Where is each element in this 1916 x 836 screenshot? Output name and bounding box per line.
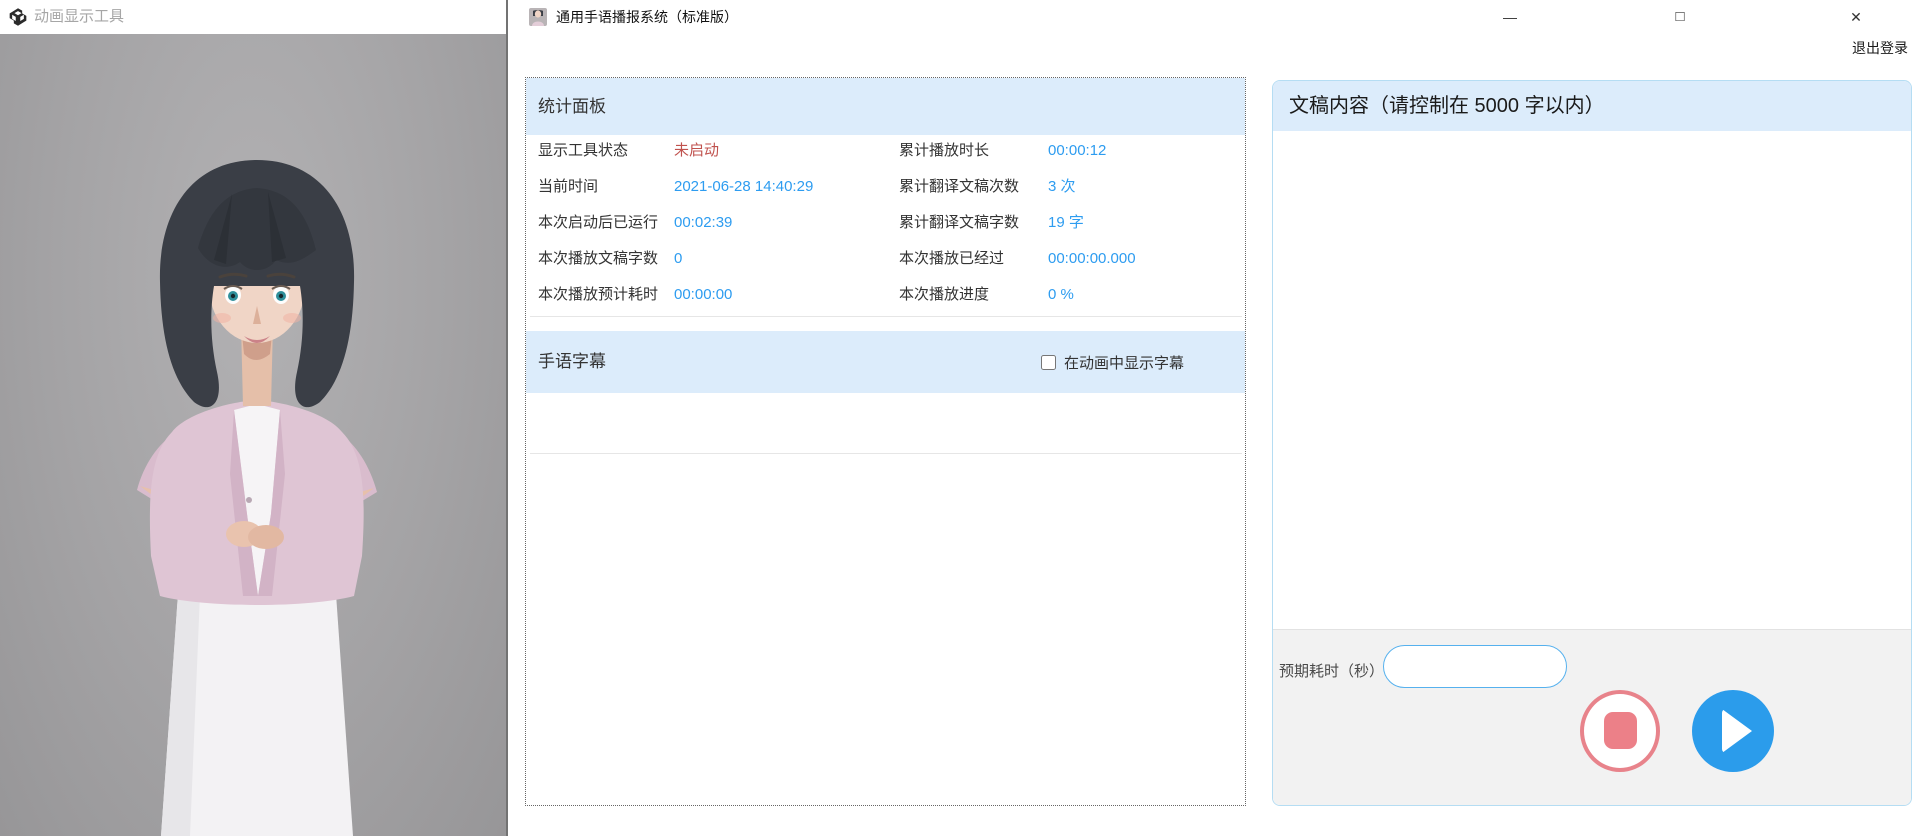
content-panel: 文稿内容（请控制在 5000 字以内） 预期耗时（秒） (1272, 80, 1912, 806)
stat-label: 累计播放时长 (899, 133, 989, 169)
stat-value-play-chars: 0 (674, 241, 682, 277)
unity-logo-icon (8, 7, 28, 27)
stat-label: 本次播放进度 (899, 277, 989, 313)
app-title: 通用手语播报系统（标准版） (556, 0, 738, 34)
app-titlebar: 通用手语播报系统（标准版） — □ ✕ (508, 0, 1916, 34)
stat-label: 本次播放文稿字数 (538, 241, 658, 277)
expected-duration-input[interactable] (1383, 645, 1567, 688)
stats-row: 本次启动后已运行 00:02:39 累计翻译文稿字数 19 字 (526, 205, 1245, 241)
script-textarea[interactable] (1273, 131, 1911, 629)
stat-value-uptime: 00:02:39 (674, 205, 732, 241)
stat-label: 本次播放预计耗时 (538, 277, 658, 313)
signer-avatar (0, 34, 506, 836)
stat-value-estimated-time: 00:00:00 (674, 277, 732, 313)
animation-viewport (0, 34, 506, 836)
content-title: 文稿内容（请控制在 5000 字以内） (1289, 81, 1605, 131)
maximize-button[interactable]: □ (1663, 0, 1697, 34)
stat-value-elapsed: 00:00:00.000 (1048, 241, 1136, 277)
stat-label: 本次播放已经过 (899, 241, 1004, 277)
stats-row: 本次播放预计耗时 00:00:00 本次播放进度 0 % (526, 277, 1245, 313)
stat-label: 当前时间 (538, 169, 598, 205)
stats-panel-header: 统计面板 (526, 78, 1245, 135)
stat-label: 累计翻译文稿次数 (899, 169, 1019, 205)
stat-value-tool-status: 未启动 (674, 133, 719, 169)
subtitle-area-divider (530, 453, 1242, 454)
stats-panel-title: 统计面板 (538, 78, 606, 135)
animation-tool-titlebar: 动画显示工具 (0, 0, 506, 34)
close-button[interactable]: ✕ (1839, 0, 1873, 34)
play-button[interactable] (1692, 690, 1774, 772)
stop-button[interactable] (1580, 690, 1660, 772)
animation-tool-title: 动画显示工具 (34, 0, 124, 34)
section-divider (530, 316, 1242, 317)
expected-duration-label: 预期耗时（秒） (1279, 660, 1384, 681)
logout-link[interactable]: 退出登录 (1852, 38, 1908, 58)
stats-panel: 统计面板 显示工具状态 未启动 累计播放时长 00:00:12 当前时间 202… (525, 77, 1246, 806)
stat-label: 累计翻译文稿字数 (899, 205, 1019, 241)
stats-row: 显示工具状态 未启动 累计播放时长 00:00:12 (526, 133, 1245, 169)
animation-tool-window: 动画显示工具 (0, 0, 506, 836)
app-avatar-icon (529, 8, 547, 26)
stat-label: 本次启动后已运行 (538, 205, 658, 241)
show-subtitle-checkbox[interactable] (1041, 355, 1056, 370)
stats-row: 本次播放文稿字数 0 本次播放已经过 00:00:00.000 (526, 241, 1245, 277)
stats-row: 当前时间 2021-06-28 14:40:29 累计翻译文稿次数 3 次 (526, 169, 1245, 205)
sign-language-app-window: 通用手语播报系统（标准版） — □ ✕ 退出登录 统计面板 显示工具状态 未启动… (508, 0, 1916, 836)
stat-value-progress: 0 % (1048, 277, 1074, 313)
stat-label: 显示工具状态 (538, 133, 628, 169)
stat-value-current-time: 2021-06-28 14:40:29 (674, 169, 813, 205)
content-header: 文稿内容（请控制在 5000 字以内） (1273, 81, 1911, 131)
content-footer: 预期耗时（秒） (1273, 629, 1911, 806)
stop-icon (1604, 712, 1637, 749)
subtitle-header: 手语字幕 在动画中显示字幕 (526, 331, 1245, 393)
minimize-button[interactable]: — (1493, 0, 1527, 34)
show-subtitle-label[interactable]: 在动画中显示字幕 (1064, 352, 1184, 373)
stat-value-translate-count: 3 次 (1048, 169, 1076, 205)
play-icon (1722, 709, 1752, 753)
stat-value-total-play-time: 00:00:12 (1048, 133, 1106, 169)
stat-value-translate-chars: 19 字 (1048, 205, 1084, 241)
subtitle-title: 手语字幕 (538, 331, 606, 393)
